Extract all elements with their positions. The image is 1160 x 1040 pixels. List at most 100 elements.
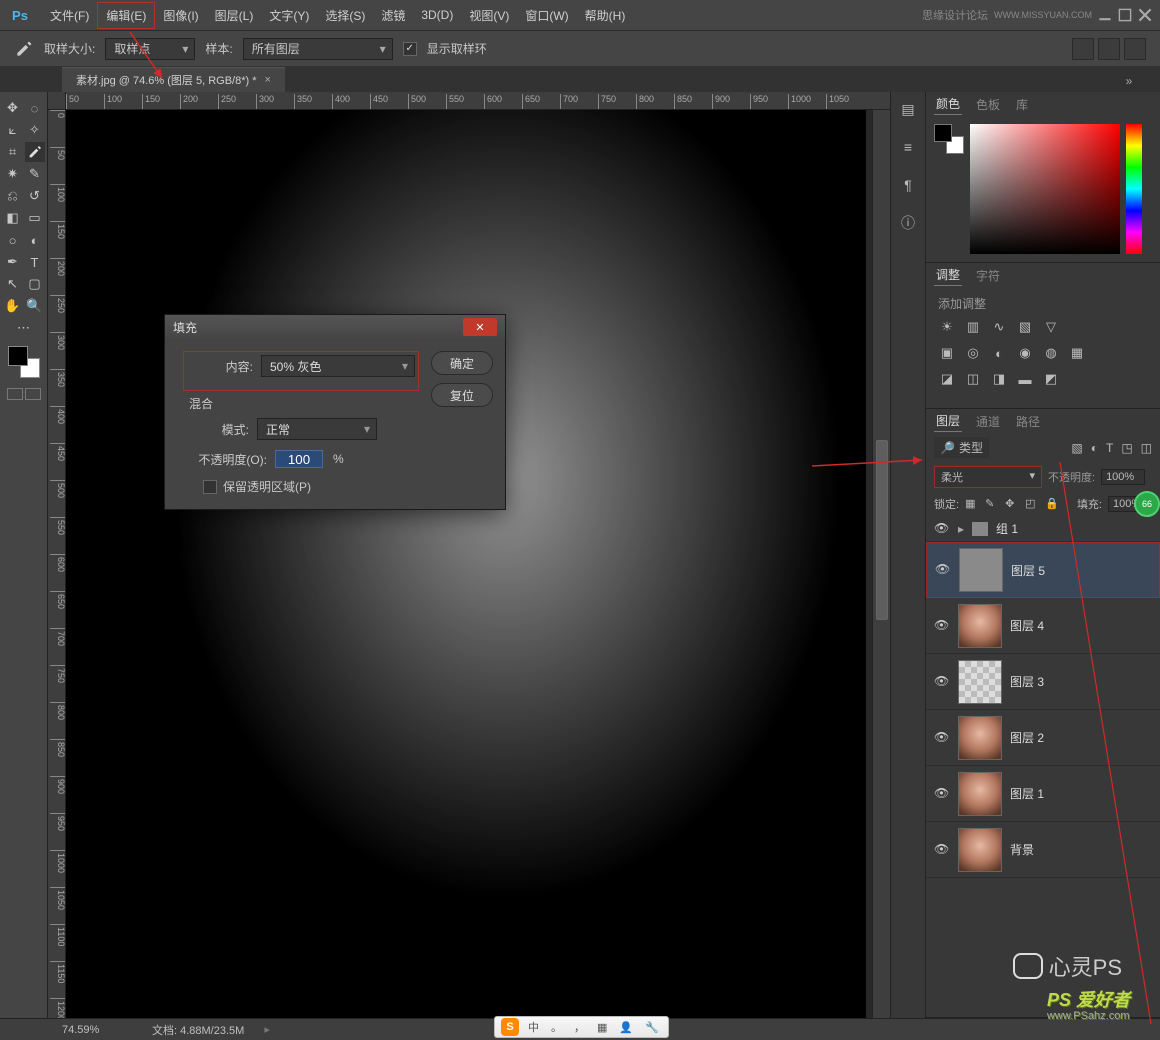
lock-transparency-icon[interactable]: ▦ [965, 497, 979, 511]
minimize-icon[interactable] [1098, 8, 1112, 22]
layer-name[interactable]: 背景 [1010, 841, 1034, 858]
blur-tool[interactable]: ○ [3, 230, 23, 250]
zoom-tool[interactable]: 🔍 [25, 296, 45, 316]
filter-smart-icon[interactable]: ◫ [1141, 441, 1152, 455]
tab-close-icon[interactable]: × [265, 74, 271, 86]
document-tab[interactable]: 素材.jpg @ 74.6% (图层 5, RGB/8*) * × [62, 67, 285, 92]
libraries-tab[interactable]: 库 [1014, 94, 1030, 115]
dialog-close-button[interactable]: ✕ [463, 318, 497, 336]
menu-type[interactable]: 文字(Y) [261, 3, 317, 28]
pen-tool[interactable]: ✒ [3, 252, 23, 272]
layer-thumbnail[interactable] [958, 772, 1002, 816]
panel-tab-history-icon[interactable]: ▤ [897, 98, 919, 120]
blend-mode-select[interactable]: 正常 [257, 418, 377, 440]
paths-tab[interactable]: 路径 [1014, 411, 1042, 432]
ime-toolbar[interactable]: S 中 。 ， ▦ 👤 🔧 [494, 1016, 669, 1038]
history-brush-tool[interactable]: ↺ [25, 186, 45, 206]
shape-tool[interactable]: ▢ [25, 274, 45, 294]
visibility-toggle[interactable]: 👁 [934, 521, 950, 537]
scrollbar-vertical[interactable] [872, 110, 890, 1018]
adj-vibrance-icon[interactable]: ▽ [1042, 318, 1060, 336]
lasso-tool[interactable]: ⟀ [3, 120, 23, 140]
adj-hsl-icon[interactable]: ▣ [938, 344, 956, 362]
hue-slider[interactable] [1126, 124, 1142, 254]
adj-exposure-icon[interactable]: ▧ [1016, 318, 1034, 336]
menu-filter[interactable]: 滤镜 [373, 3, 413, 28]
close-icon[interactable] [1138, 8, 1152, 22]
layer-opacity-value[interactable]: 100% [1101, 469, 1145, 485]
lock-pixels-icon[interactable]: ✎ [985, 497, 999, 511]
tab-overflow-icon[interactable]: » [1120, 74, 1138, 92]
zoom-level[interactable]: 74.59% [62, 1024, 132, 1036]
layer-row[interactable]: 👁图层 1 [926, 766, 1160, 822]
visibility-toggle[interactable]: 👁 [934, 618, 950, 634]
group-name[interactable]: 组 1 [996, 520, 1018, 537]
adj-invert-icon[interactable]: ◪ [938, 370, 956, 388]
ime-user-icon[interactable]: 👤 [616, 1021, 636, 1034]
type-tool[interactable]: T [25, 252, 45, 272]
ime-width-icon[interactable]: ， [571, 1019, 588, 1035]
menu-image[interactable]: 图像(I) [155, 3, 206, 28]
color-field[interactable] [970, 124, 1120, 254]
menu-window[interactable]: 窗口(W) [517, 3, 576, 28]
layer-row[interactable]: 👁图层 5 [926, 542, 1160, 598]
brush-tool[interactable]: ✎ [25, 164, 45, 184]
visibility-toggle[interactable]: 👁 [934, 786, 950, 802]
status-chevron-icon[interactable]: ▸ [264, 1023, 270, 1036]
layer-name[interactable]: 图层 2 [1010, 729, 1044, 746]
adj-levels-icon[interactable]: ▥ [964, 318, 982, 336]
stamp-tool[interactable]: ⎌ [3, 186, 23, 206]
filter-pixel-icon[interactable]: ▧ [1071, 441, 1082, 455]
ime-lang[interactable]: 中 [525, 1019, 542, 1035]
panel-tab-info-icon[interactable]: ⓘ [897, 212, 919, 234]
eraser-tool[interactable]: ◧ [3, 208, 23, 228]
screen-mode-icons[interactable] [7, 388, 41, 400]
layer-row[interactable]: 👁图层 3 [926, 654, 1160, 710]
swatches-tab[interactable]: 色板 [974, 94, 1002, 115]
layer-name[interactable]: 图层 5 [1011, 562, 1045, 579]
marquee-tool[interactable]: ◌ [25, 98, 45, 118]
eyedropper-tool[interactable] [25, 142, 45, 162]
crop-tool[interactable]: ⌗ [3, 142, 23, 162]
dialog-titlebar[interactable]: 填充 ✕ [165, 315, 505, 339]
layer-row[interactable]: 👁 图层 2 [926, 710, 1160, 766]
lock-artboard-icon[interactable]: ◰ [1025, 497, 1039, 511]
menu-select[interactable]: 选择(S) [317, 3, 373, 28]
layer-thumbnail[interactable] [958, 828, 1002, 872]
adjustments-tab[interactable]: 调整 [934, 264, 962, 286]
layer-name[interactable]: 图层 4 [1010, 617, 1044, 634]
menu-file[interactable]: 文件(F) [42, 3, 97, 28]
color-fgbg[interactable] [934, 124, 964, 154]
menu-help[interactable]: 帮助(H) [577, 3, 634, 28]
sample-select[interactable]: 所有图层 [243, 38, 393, 60]
menu-edit[interactable]: 编辑(E) [97, 2, 155, 29]
channels-tab[interactable]: 通道 [974, 411, 1002, 432]
layer-group-row[interactable]: 👁 ▸ 组 1 [926, 516, 1160, 542]
adj-threshold-icon[interactable]: ◨ [990, 370, 1008, 388]
reset-button[interactable]: 复位 [431, 383, 493, 407]
group-collapse-icon[interactable]: ▸ [958, 522, 964, 536]
character-tab[interactable]: 字符 [974, 265, 1002, 286]
lock-all-icon[interactable]: 🔒 [1045, 497, 1059, 511]
maximize-icon[interactable] [1118, 8, 1132, 22]
scrollbar-thumb[interactable] [876, 440, 888, 620]
adj-mixer-icon[interactable]: ◍ [1042, 344, 1060, 362]
adj-bw-icon[interactable]: ◐ [990, 344, 1008, 362]
panel-tab-properties-icon[interactable]: ≡ [897, 136, 919, 158]
visibility-toggle[interactable]: 👁 [934, 730, 950, 746]
adj-curves-icon[interactable]: ∿ [990, 318, 1008, 336]
layer-thumbnail[interactable] [958, 716, 1002, 760]
fill-content-select[interactable]: 50% 灰色 [261, 355, 415, 377]
canvas[interactable] [66, 110, 872, 1018]
ime-punct[interactable]: 。 [548, 1019, 565, 1035]
adj-brightness-icon[interactable]: ☀ [938, 318, 956, 336]
fg-bg-color[interactable] [8, 346, 40, 378]
menu-view[interactable]: 视图(V) [461, 3, 517, 28]
dodge-tool[interactable]: ◐ [25, 230, 45, 250]
filter-type-icon[interactable]: T [1106, 441, 1113, 455]
ime-logo-icon[interactable]: S [501, 1018, 519, 1036]
opt-icon-1[interactable] [1072, 38, 1094, 60]
opt-icon-3[interactable] [1124, 38, 1146, 60]
adj-lut-icon[interactable]: ▦ [1068, 344, 1086, 362]
visibility-toggle[interactable]: 👁 [934, 842, 950, 858]
